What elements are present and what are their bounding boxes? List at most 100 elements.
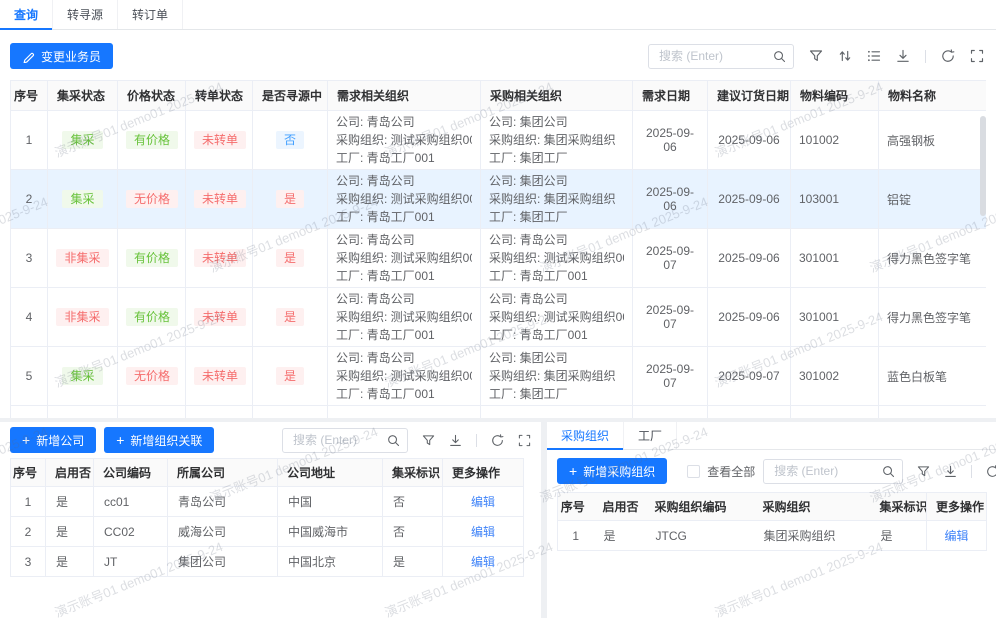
cell-transfer: 未转单 [186, 229, 253, 288]
cell-enabled: 是 [46, 547, 94, 577]
cell-suggest_date: 2025-09-06 [708, 170, 791, 229]
tab-to-sourcing[interactable]: 转寻源 [53, 0, 118, 29]
tab-query[interactable]: 查询 [0, 0, 53, 29]
cell-enabled: 是 [46, 517, 94, 547]
fullscreen-icon[interactable] [518, 434, 531, 447]
fullscreen-icon[interactable] [970, 49, 984, 63]
cell-suggest_date: 2025-09-07 [708, 347, 791, 406]
tab-factory[interactable]: 工厂 [624, 422, 677, 449]
table-row[interactable]: 4非集采有价格未转单是公司: 青岛公司采购组织: 测试采购组织001工厂: 青岛… [11, 288, 987, 347]
add-company-button[interactable]: + 新增公司 [10, 427, 96, 453]
cell-suggest_date: 2025-09-06 [708, 288, 791, 347]
column-header: 采购组织 [754, 493, 871, 521]
purchase-org-table: 序号启用否采购组织编码采购组织集采标识更多操作 1是JTCG集团采购组织是编辑 [557, 492, 987, 551]
org-line: 公司: 集团公司 [489, 172, 624, 190]
cell-jicai: 非集采 [48, 288, 118, 347]
cell-actions: 编辑 [443, 487, 524, 517]
cell-empty [481, 406, 633, 419]
org-line: 采购组织: 集团采购组织 [489, 190, 624, 208]
column-header: 启用否 [46, 459, 94, 487]
change-salesman-button[interactable]: 变更业务员 [10, 43, 113, 69]
column-header: 转单状态 [186, 81, 253, 111]
cell-material_name: 得力黑色签字笔 [879, 288, 987, 347]
status-badge: 是 [276, 190, 304, 208]
status-badge: 否 [276, 131, 304, 149]
cell-material_name: 高强钢板 [879, 111, 987, 170]
sort-icon[interactable] [838, 49, 852, 63]
table-row[interactable]: 2集采无价格未转单是公司: 青岛公司采购组织: 测试采购组织001工厂: 青岛工… [11, 170, 987, 229]
org-line: 公司: 青岛公司 [336, 113, 472, 131]
table-row[interactable]: 1是cc01青岛公司中国否编辑 [11, 487, 524, 517]
search-icon[interactable] [882, 465, 895, 478]
filter-icon[interactable] [917, 465, 930, 478]
add-purchase-org-button[interactable]: + 新增采购组织 [557, 458, 667, 484]
cell-demand_date: 2025-09-07 [633, 288, 708, 347]
tab-purchase-org[interactable]: 采购组织 [547, 422, 624, 449]
company-table-tools [282, 428, 531, 453]
table-row[interactable]: 5集采无价格未转单是公司: 青岛公司采购组织: 测试采购组织001工厂: 青岛工… [11, 347, 987, 406]
cell-sourcing: 是 [253, 229, 328, 288]
org-line: 采购组织: 测试采购组织001 [336, 190, 472, 208]
refresh-icon[interactable] [941, 49, 955, 63]
bottom-section: + 新增公司 + 新增组织关联 [0, 418, 996, 618]
download-icon[interactable] [449, 434, 462, 447]
org-line: 工厂: 青岛工厂001 [336, 208, 472, 226]
table-row[interactable]: 3是JT集团公司中国北京是编辑 [11, 547, 524, 577]
status-badge: 有价格 [126, 308, 178, 326]
refresh-icon[interactable] [491, 434, 504, 447]
main-search-box [648, 44, 794, 69]
cell-sourcing: 是 [253, 288, 328, 347]
org-line: 采购组织: 测试采购组织001 [336, 308, 472, 326]
column-header: 物料名称 [879, 81, 987, 111]
status-badge: 未转单 [194, 131, 246, 149]
table-row[interactable]: 2是CC02威海公司中国威海市否编辑 [11, 517, 524, 547]
demand-table: 序号集采状态价格状态转单状态是否寻源中需求相关组织采购相关组织需求日期建议订货日… [10, 80, 986, 418]
org-line: 工厂: 青岛工厂001 [336, 149, 472, 167]
table-row[interactable] [11, 406, 987, 419]
cell-actions: 编辑 [443, 517, 524, 547]
column-header: 公司编码 [94, 459, 168, 487]
cell-address: 中国 [278, 487, 383, 517]
status-badge: 非集采 [56, 249, 108, 267]
org-toolbar: + 新增采购组织 查看全部 [547, 450, 996, 492]
column-header: 是否寻源中 [253, 81, 328, 111]
tab-to-order[interactable]: 转订单 [118, 0, 183, 29]
org-line: 公司: 青岛公司 [336, 349, 472, 367]
status-badge: 集采 [62, 131, 102, 149]
filter-icon[interactable] [422, 434, 435, 447]
cell-seq: 3 [11, 229, 48, 288]
download-icon[interactable] [944, 465, 957, 478]
cell-purchase_org: 公司: 青岛公司采购组织: 测试采购组织001工厂: 青岛工厂001 [481, 229, 633, 288]
table-row[interactable]: 3非集采有价格未转单是公司: 青岛公司采购组织: 测试采购组织001工厂: 青岛… [11, 229, 987, 288]
edit-link[interactable]: 编辑 [471, 525, 495, 539]
status-badge: 是 [276, 308, 304, 326]
edit-link[interactable]: 编辑 [944, 529, 968, 543]
vertical-scrollbar[interactable] [980, 116, 986, 216]
cell-demand_date: 2025-09-06 [633, 170, 708, 229]
filter-icon[interactable] [809, 49, 823, 63]
cell-sourcing: 否 [253, 111, 328, 170]
cell-address: 中国威海市 [278, 517, 383, 547]
org-table-tools [763, 459, 996, 484]
edit-link[interactable]: 编辑 [471, 495, 495, 509]
org-search-box [763, 459, 903, 484]
column-header: 更多操作 [443, 459, 524, 487]
refresh-icon[interactable] [986, 465, 996, 478]
add-org-link-button[interactable]: + 新增组织关联 [104, 427, 214, 453]
column-header: 需求相关组织 [328, 81, 481, 111]
search-icon[interactable] [773, 50, 786, 63]
column-header: 所属公司 [168, 459, 278, 487]
download-icon[interactable] [896, 49, 910, 63]
cell-sourcing: 是 [253, 347, 328, 406]
table-row[interactable]: 1集采有价格未转单否公司: 青岛公司采购组织: 测试采购组织001工厂: 青岛工… [11, 111, 987, 170]
query-panel: 查询 转寻源 转订单 变更业务员 [0, 0, 996, 418]
column-header: 启用否 [594, 493, 646, 521]
edit-link[interactable]: 编辑 [471, 555, 495, 569]
table-row[interactable]: 1是JTCG集团采购组织是编辑 [558, 521, 987, 551]
view-all-checkbox[interactable] [687, 465, 700, 478]
search-icon[interactable] [387, 434, 400, 447]
cell-purchase_org: 公司: 集团公司采购组织: 集团采购组织工厂: 集团工厂 [481, 347, 633, 406]
status-badge: 未转单 [194, 308, 246, 326]
list-view-icon[interactable] [867, 49, 881, 63]
column-header: 集采状态 [48, 81, 118, 111]
